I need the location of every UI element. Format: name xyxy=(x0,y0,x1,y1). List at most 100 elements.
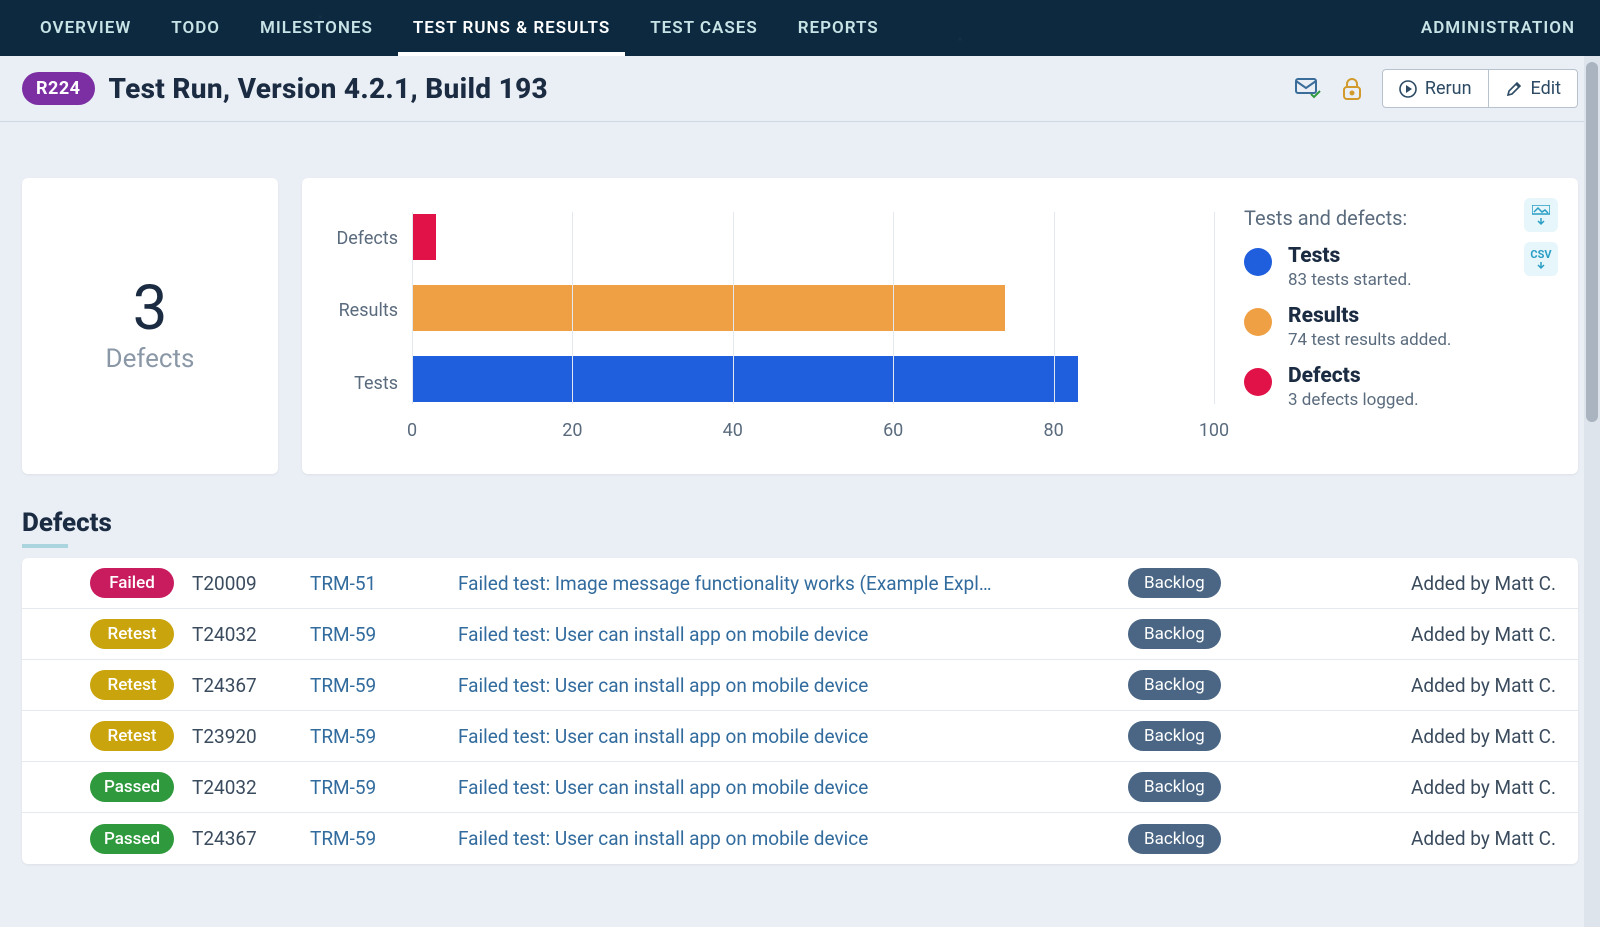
test-id: T24367 xyxy=(192,674,292,697)
defects-section: Defects FailedT20009TRM-51Failed test: I… xyxy=(22,508,1578,864)
content: 3 Defects DefectsResultsTests 0204060801… xyxy=(0,122,1600,864)
lock-icon[interactable] xyxy=(1338,75,1366,103)
status-badge: Retest xyxy=(90,721,174,751)
added-by: Added by Matt C. xyxy=(1346,827,1556,850)
defect-title-link[interactable]: Failed test: User can install app on mob… xyxy=(458,827,1110,850)
header-actions: Rerun Edit xyxy=(1382,69,1578,108)
nav-administration[interactable]: ADMINISTRATION xyxy=(1406,1,1575,55)
defect-link[interactable]: TRM-59 xyxy=(310,674,440,697)
defects-table: FailedT20009TRM-51Failed test: Image mes… xyxy=(22,558,1578,864)
table-row: Retest T24032 TRM-59 Failed test: User can … xyxy=(22,609,1578,660)
page-title: Test Run, Version 4.2.1, Build 193 xyxy=(109,72,548,105)
status-badge: Retest xyxy=(90,619,174,649)
image-icon xyxy=(1532,205,1550,217)
legend-name: Defects xyxy=(1288,364,1419,388)
export-buttons: CSV xyxy=(1524,198,1558,276)
defect-title-link[interactable]: Failed test: Image message functionality… xyxy=(458,572,1110,595)
table-row: PassedT24367TRM-59Failed test: User can … xyxy=(22,813,1578,864)
legend-dot-results xyxy=(1244,308,1272,336)
status-cell: Passed xyxy=(54,772,174,802)
defect-link[interactable]: TRM-59 xyxy=(310,623,440,646)
chart-area: DefectsResultsTests 020406080100 xyxy=(326,206,1214,454)
defect-title-link[interactable]: Failed test: User can install app on mob… xyxy=(458,776,1110,799)
status-cell: Failed xyxy=(54,568,174,598)
nav-todo[interactable]: TODO xyxy=(156,1,235,55)
status-cell: Passed xyxy=(54,824,174,854)
nav-test-runs-results[interactable]: TEST RUNS & RESULTS xyxy=(398,1,625,55)
defect-link[interactable]: TRM-59 xyxy=(310,776,440,799)
legend-desc: 3 defects logged. xyxy=(1288,390,1419,410)
nav-left: OVERVIEWTODOMILESTONESTEST RUNS & RESULT… xyxy=(25,1,894,55)
legend-name: Results xyxy=(1288,304,1451,328)
run-badge: R224 xyxy=(22,72,95,105)
defect-count-number: 3 xyxy=(133,278,168,340)
defects-section-title: Defects xyxy=(22,508,1578,546)
legend-item-results: Results74 test results added. xyxy=(1244,304,1554,350)
rerun-button[interactable]: Rerun xyxy=(1383,70,1488,107)
state-cell: Backlog xyxy=(1128,568,1328,598)
test-id: T23920 xyxy=(192,725,292,748)
state-badge: Backlog xyxy=(1128,568,1221,598)
chart-plot: 020406080100 xyxy=(412,206,1214,454)
status-cell: Retest xyxy=(54,721,174,751)
export-image-button[interactable] xyxy=(1524,198,1558,232)
nav-milestones[interactable]: MILESTONES xyxy=(245,1,388,55)
nav-right: ADMINISTRATION xyxy=(1406,1,1575,55)
chart-bars xyxy=(412,206,1214,410)
chart-xtick: 40 xyxy=(723,420,743,441)
header-bar: R224 Test Run, Version 4.2.1, Build 193 … xyxy=(0,56,1600,122)
test-id: T24032 xyxy=(192,623,292,646)
csv-label: CSV xyxy=(1530,248,1551,261)
added-by: Added by Matt C. xyxy=(1346,572,1556,595)
scrollbar[interactable] xyxy=(1584,56,1600,927)
state-cell: Backlog xyxy=(1128,721,1328,751)
status-cell: Retest xyxy=(54,670,174,700)
state-badge: Backlog xyxy=(1128,670,1221,700)
download-arrow-icon xyxy=(1536,262,1546,270)
legend-dot-defects xyxy=(1244,368,1272,396)
state-cell: Backlog xyxy=(1128,670,1328,700)
status-badge: Passed xyxy=(90,772,174,802)
edit-label: Edit xyxy=(1531,78,1561,99)
state-badge: Backlog xyxy=(1128,721,1221,751)
mail-check-icon[interactable] xyxy=(1294,75,1322,103)
state-badge: Backlog xyxy=(1128,772,1221,802)
status-badge: Retest xyxy=(90,670,174,700)
state-badge: Backlog xyxy=(1128,824,1221,854)
nav-reports[interactable]: REPORTS xyxy=(783,1,894,55)
chart-bar-results xyxy=(412,285,1005,331)
header-right: Rerun Edit xyxy=(1294,69,1578,108)
defect-link[interactable]: TRM-59 xyxy=(310,725,440,748)
legend-item-tests: Tests83 tests started. xyxy=(1244,244,1554,290)
chart-xtick: 80 xyxy=(1043,420,1063,441)
legend-text: Results74 test results added. xyxy=(1288,304,1451,350)
table-row: Retest T24367 TRM-59 Failed test: User can … xyxy=(22,660,1578,711)
chart-ylabel: Tests xyxy=(326,373,398,394)
defect-title-link[interactable]: Failed test: User can install app on mob… xyxy=(458,623,1110,646)
nav-test-cases[interactable]: TEST CASES xyxy=(635,1,772,55)
chart-xtick: 0 xyxy=(407,420,417,441)
legend-desc: 74 test results added. xyxy=(1288,330,1451,350)
status-cell: Retest xyxy=(54,619,174,649)
state-cell: Backlog xyxy=(1128,824,1328,854)
play-circle-icon xyxy=(1399,80,1417,98)
export-csv-button[interactable]: CSV xyxy=(1524,242,1558,276)
scrollbar-thumb[interactable] xyxy=(1586,62,1598,422)
legend-text: Defects3 defects logged. xyxy=(1288,364,1419,410)
header-left: R224 Test Run, Version 4.2.1, Build 193 xyxy=(22,72,548,105)
chart-x-axis: 020406080100 xyxy=(412,410,1214,454)
defect-title-link[interactable]: Failed test: User can install app on mob… xyxy=(458,725,1110,748)
nav-overview[interactable]: OVERVIEW xyxy=(25,1,146,55)
edit-button[interactable]: Edit xyxy=(1488,70,1577,107)
defect-title-link[interactable]: Failed test: User can install app on mob… xyxy=(458,674,1110,697)
defect-link[interactable]: TRM-59 xyxy=(310,827,440,850)
defect-link[interactable]: TRM-51 xyxy=(310,572,440,595)
chart-y-labels: DefectsResultsTests xyxy=(326,206,398,454)
chart-card: DefectsResultsTests 020406080100 CSV xyxy=(302,178,1578,474)
test-id: T24032 xyxy=(192,776,292,799)
legend-text: Tests83 tests started. xyxy=(1288,244,1412,290)
state-badge: Backlog xyxy=(1128,619,1221,649)
legend-name: Tests xyxy=(1288,244,1412,268)
chart-legend: CSV Tests and defects: Tests83 tests sta… xyxy=(1214,206,1554,454)
table-row: Retest T23920 TRM-59 Failed test: User can … xyxy=(22,711,1578,762)
